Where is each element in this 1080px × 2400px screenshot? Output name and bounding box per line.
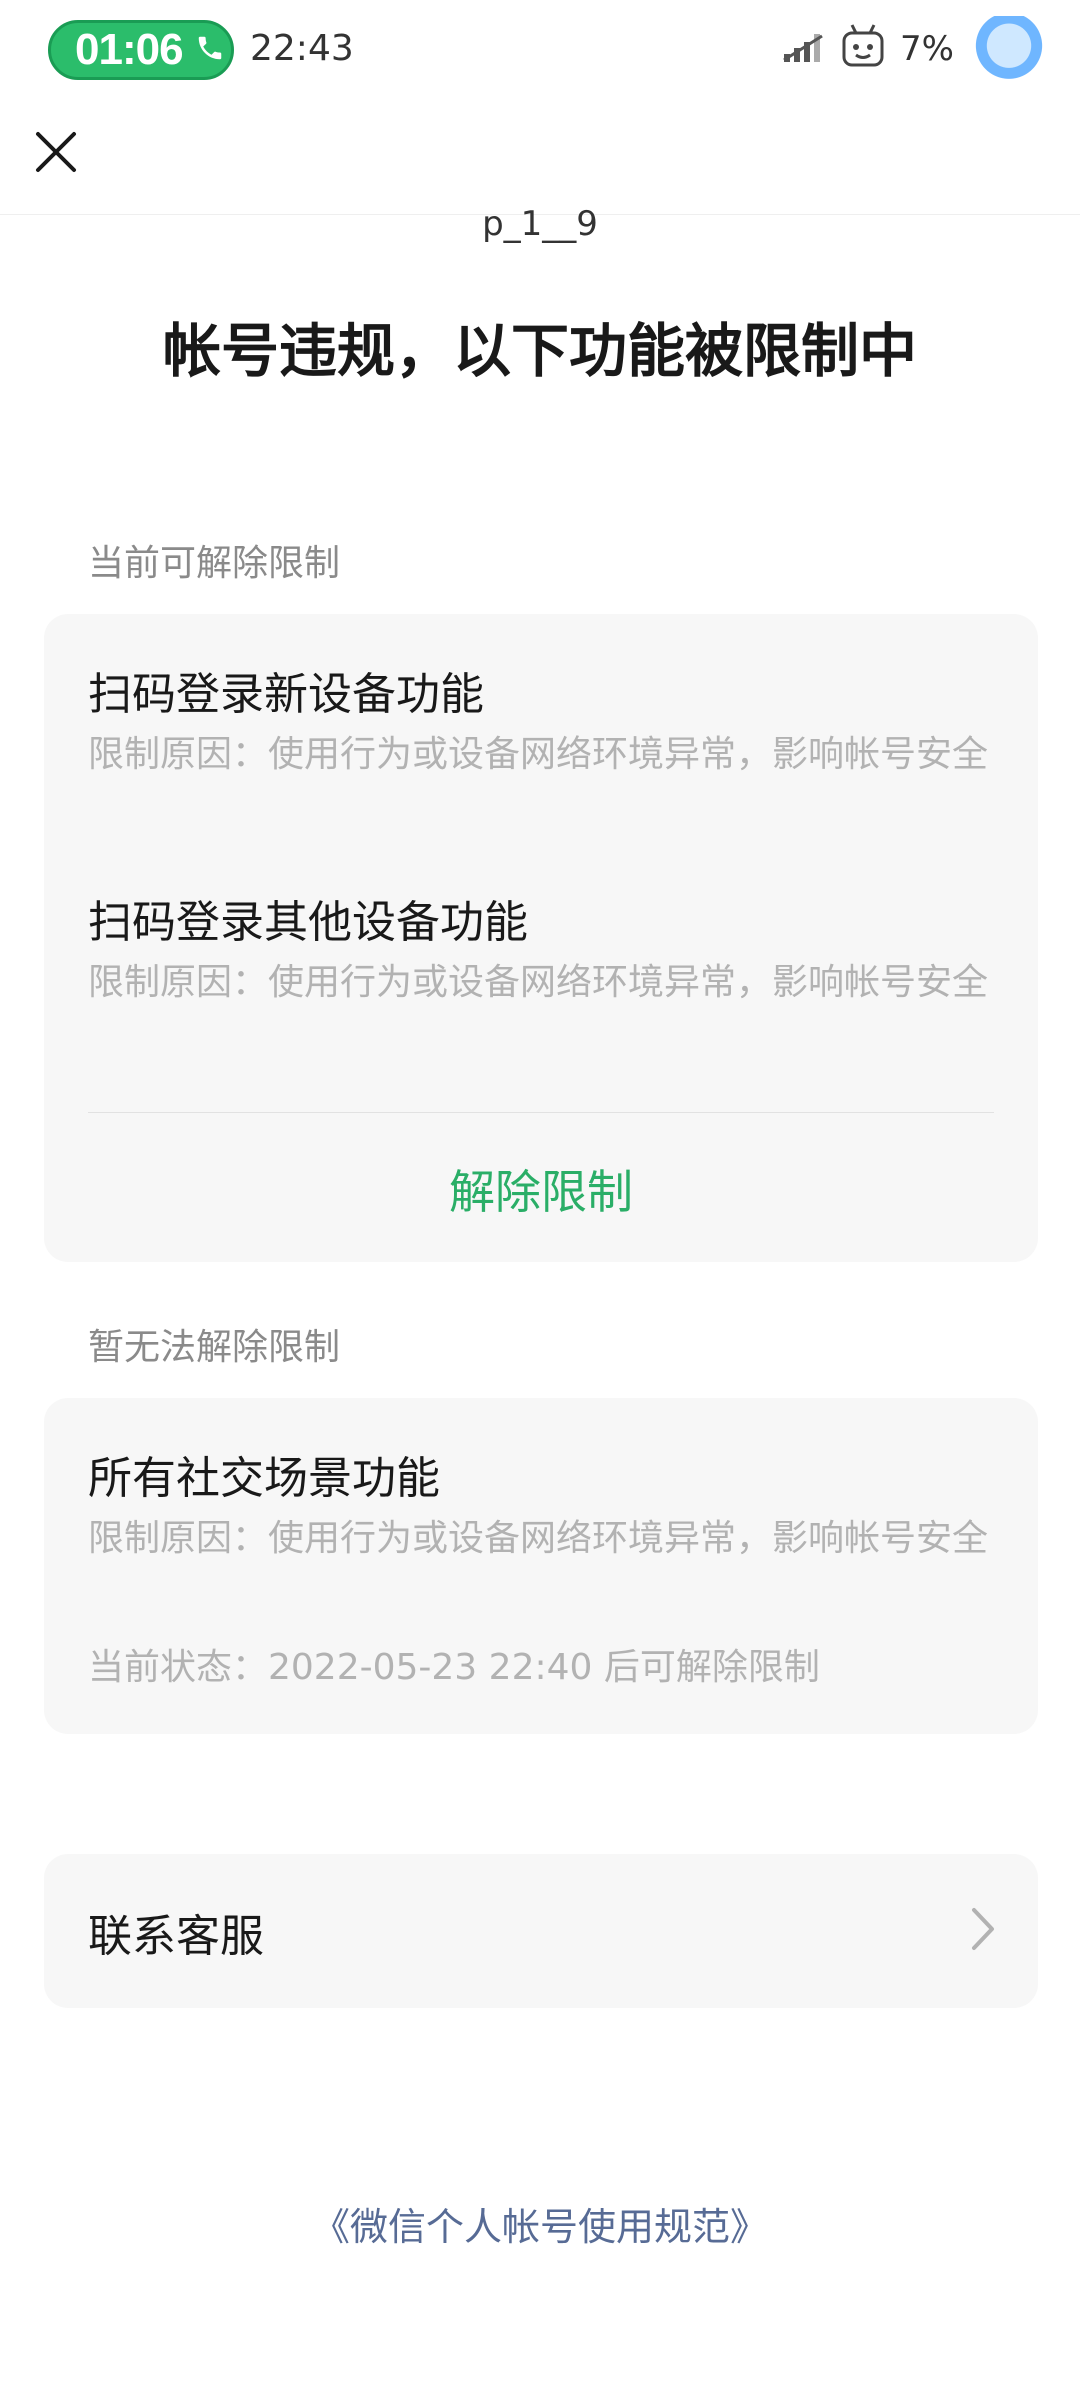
usage-policy-link[interactable]: 《微信个人帐号使用规范》 bbox=[0, 2196, 1080, 2251]
lift-restriction-button[interactable]: 解除限制 bbox=[44, 1156, 1038, 1222]
restriction-reason: 限制原因：使用行为或设备网络环境异常，影响帐号安全 bbox=[88, 962, 989, 1003]
screen: 01:06 22:43 7% p_1__9 帐号违规，以下功能被限制中 当前可解… bbox=[0, 0, 1080, 2400]
call-timer: 01:06 bbox=[75, 25, 184, 74]
divider bbox=[88, 1112, 994, 1113]
status-bar: 01:06 22:43 7% bbox=[0, 0, 1080, 100]
signal-icon bbox=[782, 30, 826, 68]
close-button[interactable] bbox=[26, 122, 86, 182]
account-id: p_1__9 bbox=[482, 204, 598, 244]
ongoing-call-pill[interactable]: 01:06 bbox=[48, 20, 234, 80]
restriction-title: 扫码登录新设备功能 bbox=[88, 669, 484, 720]
removable-restrictions-card: 扫码登录新设备功能 限制原因：使用行为或设备网络环境异常，影响帐号安全 扫码登录… bbox=[44, 614, 1038, 1262]
nav-bar bbox=[0, 100, 1080, 215]
restriction-title: 所有社交场景功能 bbox=[88, 1453, 440, 1504]
battery-level: 7% bbox=[900, 29, 954, 69]
status-icons: 7% bbox=[782, 14, 1050, 84]
status-clock: 22:43 bbox=[250, 28, 354, 69]
robot-icon bbox=[840, 21, 886, 77]
close-icon bbox=[36, 132, 76, 172]
contact-support-row[interactable]: 联系客服 bbox=[44, 1854, 1038, 2008]
section-label-locked: 暂无法解除限制 bbox=[88, 1327, 341, 1368]
restriction-reason: 限制原因：使用行为或设备网络环境异常，影响帐号安全 bbox=[88, 734, 989, 775]
restriction-status: 当前状态：2022-05-23 22:40 后可解除限制 bbox=[88, 1647, 820, 1688]
restriction-reason: 限制原因：使用行为或设备网络环境异常，影响帐号安全 bbox=[88, 1518, 989, 1559]
section-label-removable: 当前可解除限制 bbox=[88, 543, 341, 584]
locked-restrictions-card: 所有社交场景功能 限制原因：使用行为或设备网络环境异常，影响帐号安全 当前状态：… bbox=[44, 1398, 1038, 1734]
restriction-title: 扫码登录其他设备功能 bbox=[88, 897, 528, 948]
phone-icon bbox=[195, 33, 225, 67]
avatar-icon bbox=[968, 16, 1050, 82]
chevron-right-icon bbox=[968, 1904, 998, 1958]
contact-support-label: 联系客服 bbox=[88, 1911, 264, 1962]
page-title: 帐号违规，以下功能被限制中 bbox=[162, 317, 917, 385]
